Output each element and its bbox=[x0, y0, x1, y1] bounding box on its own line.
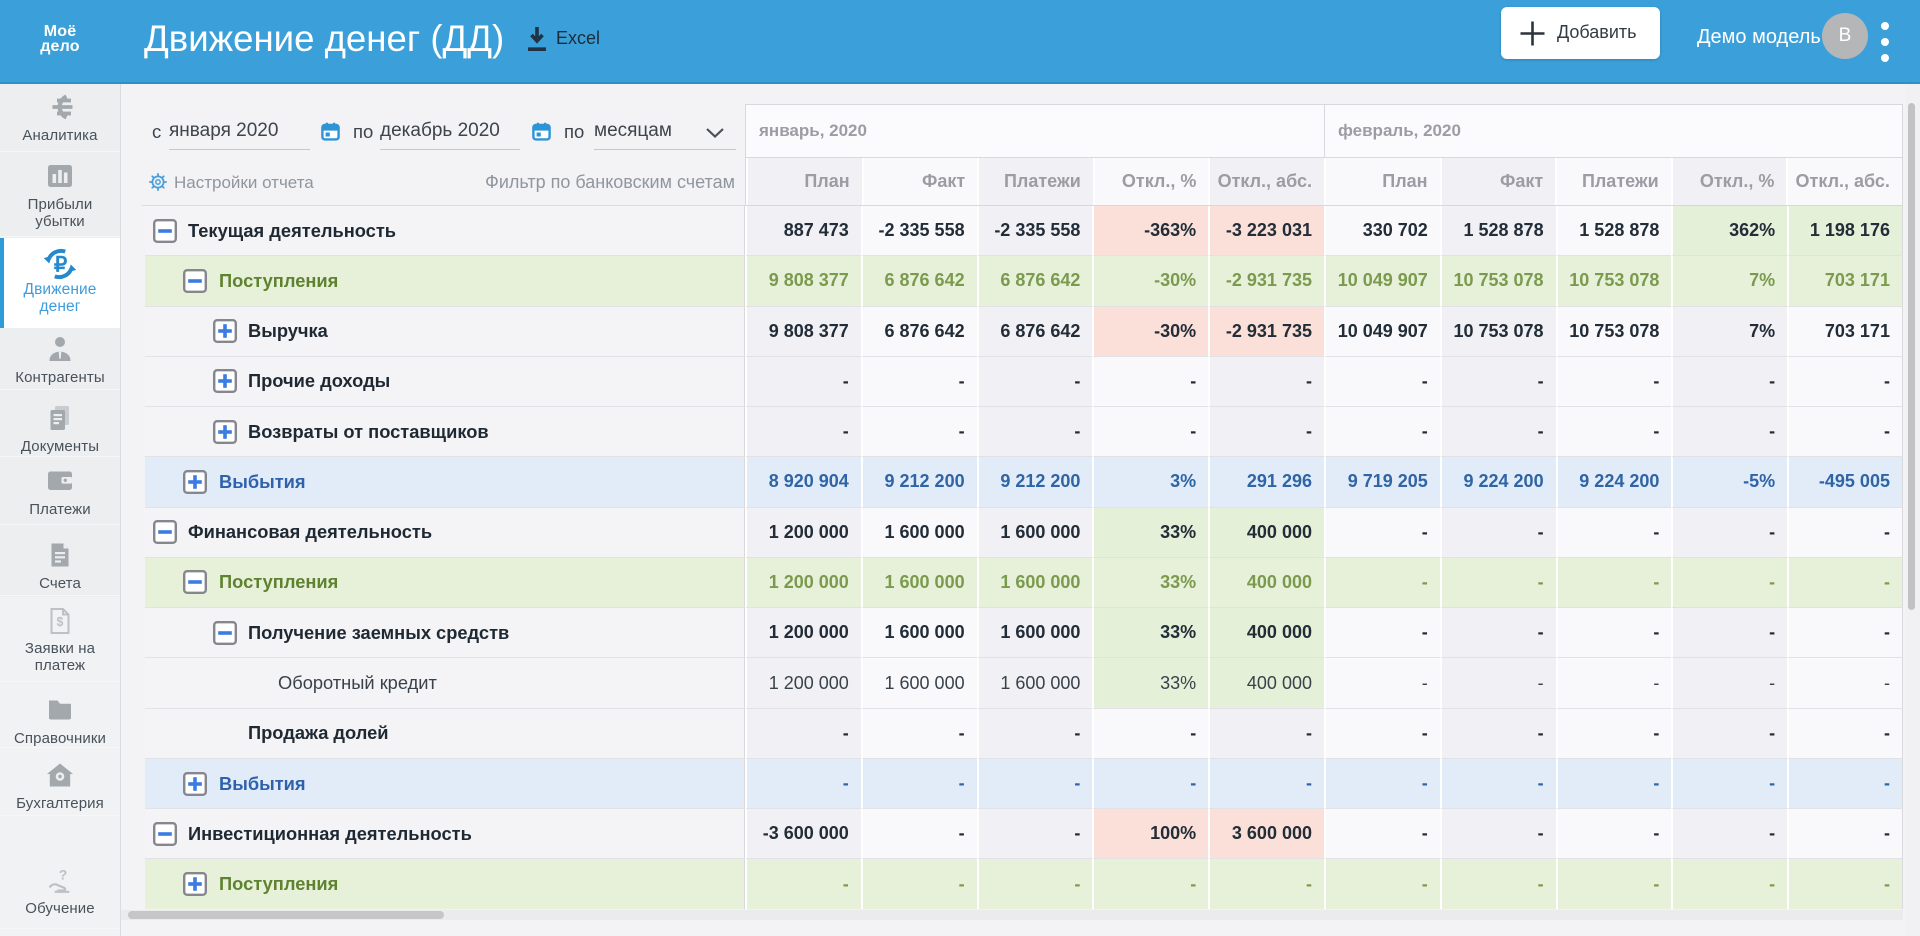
svg-text:$: $ bbox=[57, 615, 64, 629]
svg-text:?: ? bbox=[59, 867, 68, 883]
